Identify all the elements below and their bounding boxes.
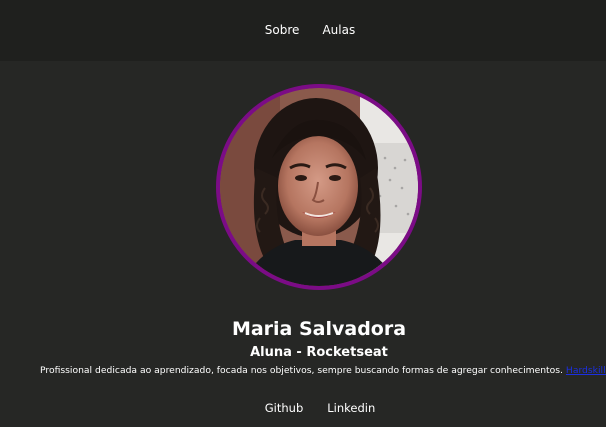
linkedin-link[interactable]: Linkedin (327, 400, 375, 416)
avatar-ring (216, 84, 422, 290)
github-link[interactable]: Github (265, 400, 304, 416)
hardskills-link[interactable]: Hardskills (566, 365, 606, 376)
page: Sobre Aulas Maria Salvadora Aluna - Rock… (0, 0, 606, 427)
profile-bio: Profissional dedicada ao aprendizado, fo… (40, 364, 606, 378)
profile-name: Maria Salvadora (231, 318, 407, 340)
top-nav: Sobre Aulas (0, 22, 606, 38)
bio-text: Profissional dedicada ao aprendizado, fo… (40, 365, 563, 376)
profile-role: Aluna - Rocketseat (250, 345, 388, 360)
social-links: Github Linkedin (0, 400, 606, 416)
header: Sobre Aulas (0, 0, 606, 61)
avatar (220, 88, 418, 286)
nav-link-sobre[interactable]: Sobre (265, 22, 300, 38)
nav-link-aulas[interactable]: Aulas (322, 22, 355, 38)
